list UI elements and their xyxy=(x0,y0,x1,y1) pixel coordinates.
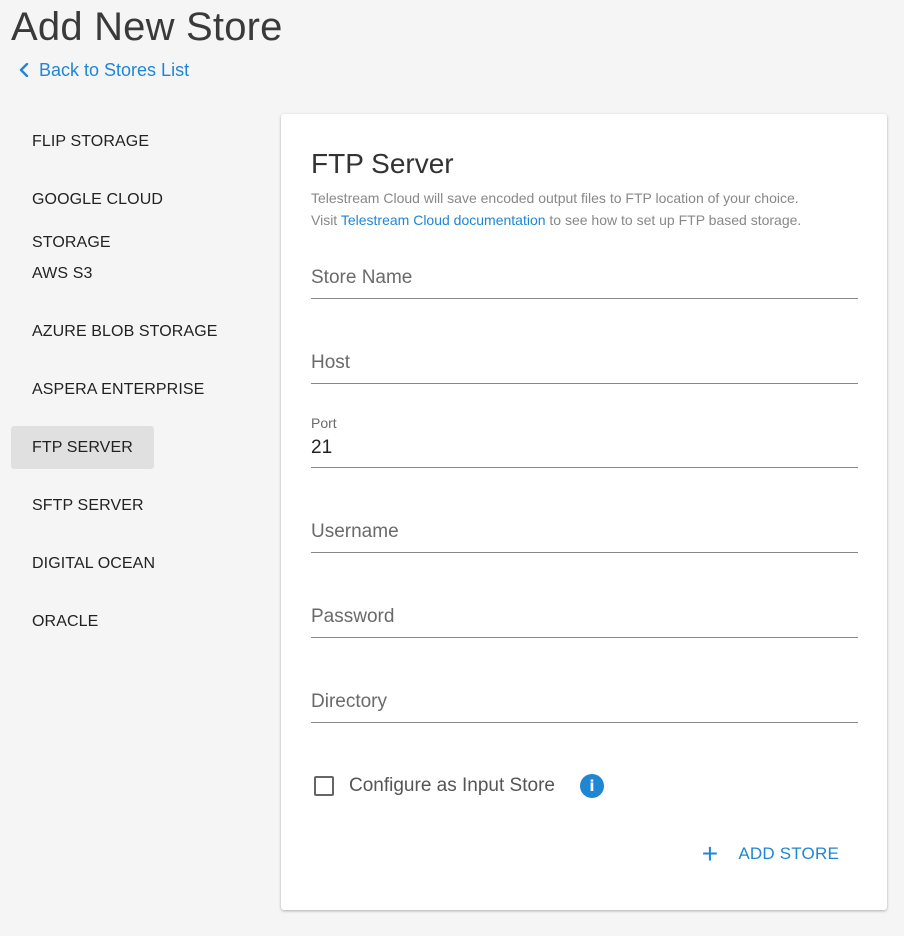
input-store-label[interactable]: Configure as Input Store xyxy=(349,775,555,797)
back-link-label: Back to Stores List xyxy=(39,60,190,80)
sidebar-item-ftp-server[interactable]: FTP SERVER xyxy=(11,426,154,469)
sidebar-item-google-cloud-storage[interactable]: GOOGLE CLOUD STORAGE xyxy=(11,178,261,251)
username-underline xyxy=(311,552,858,553)
host-field[interactable]: Host xyxy=(311,349,858,384)
form-description: Telestream Cloud will save encoded outpu… xyxy=(311,187,871,231)
sidebar-item-aspera-enterprise[interactable]: ASPERA ENTERPRISE xyxy=(11,368,225,411)
chevron-left-icon xyxy=(19,63,29,77)
store-form-card: FTP Server Telestream Cloud will save en… xyxy=(281,114,887,910)
page: Add New Store Back to Stores List FLIP S… xyxy=(0,0,904,936)
form-title: FTP Server xyxy=(311,148,454,179)
info-icon[interactable]: i xyxy=(579,774,604,798)
desc-after: to see how to set up FTP based storage. xyxy=(545,212,802,228)
sidebar-item-oracle[interactable]: ORACLE xyxy=(11,600,119,643)
port-field[interactable]: Port 21 xyxy=(311,414,858,468)
desc-line1: Telestream Cloud will save encoded outpu… xyxy=(311,190,799,206)
host-placeholder: Host xyxy=(311,352,351,373)
password-placeholder: Password xyxy=(311,606,395,627)
store-type-sidebar: FLIP STORAGE GOOGLE CLOUD STORAGE AWS S3… xyxy=(11,120,261,658)
input-store-option: Configure as Input Store i xyxy=(314,774,604,798)
store-name-underline xyxy=(311,298,858,299)
sidebar-item-azure-blob-storage[interactable]: AZURE BLOB STORAGE xyxy=(11,310,239,353)
directory-field[interactable]: Directory xyxy=(311,688,858,723)
port-label: Port xyxy=(311,415,337,431)
sidebar-item-aws-s3[interactable]: AWS S3 xyxy=(11,252,113,295)
username-field[interactable]: Username xyxy=(311,518,858,553)
add-store-button[interactable]: + ADD STORE xyxy=(701,838,839,869)
sidebar-item-sftp-server[interactable]: SFTP SERVER xyxy=(11,484,165,527)
username-placeholder: Username xyxy=(311,521,399,542)
port-underline xyxy=(311,467,858,468)
store-name-field[interactable]: Store Name xyxy=(311,264,858,299)
password-field[interactable]: Password xyxy=(311,603,858,638)
sidebar-item-digital-ocean[interactable]: DIGITAL OCEAN xyxy=(11,542,176,585)
store-name-placeholder: Store Name xyxy=(311,267,413,288)
host-underline xyxy=(311,383,858,384)
plus-icon: + xyxy=(701,838,719,869)
directory-underline xyxy=(311,722,858,723)
add-store-label: ADD STORE xyxy=(738,844,839,863)
desc-visit: Visit xyxy=(311,212,341,228)
port-value: 21 xyxy=(311,437,333,458)
directory-placeholder: Directory xyxy=(311,691,388,712)
documentation-link[interactable]: Telestream Cloud documentation xyxy=(341,212,546,228)
back-to-stores-link[interactable]: Back to Stores List xyxy=(18,58,189,82)
page-title: Add New Store xyxy=(11,5,283,49)
password-underline xyxy=(311,637,858,638)
input-store-checkbox[interactable] xyxy=(314,776,334,796)
sidebar-item-flip-storage[interactable]: FLIP STORAGE xyxy=(11,120,170,163)
